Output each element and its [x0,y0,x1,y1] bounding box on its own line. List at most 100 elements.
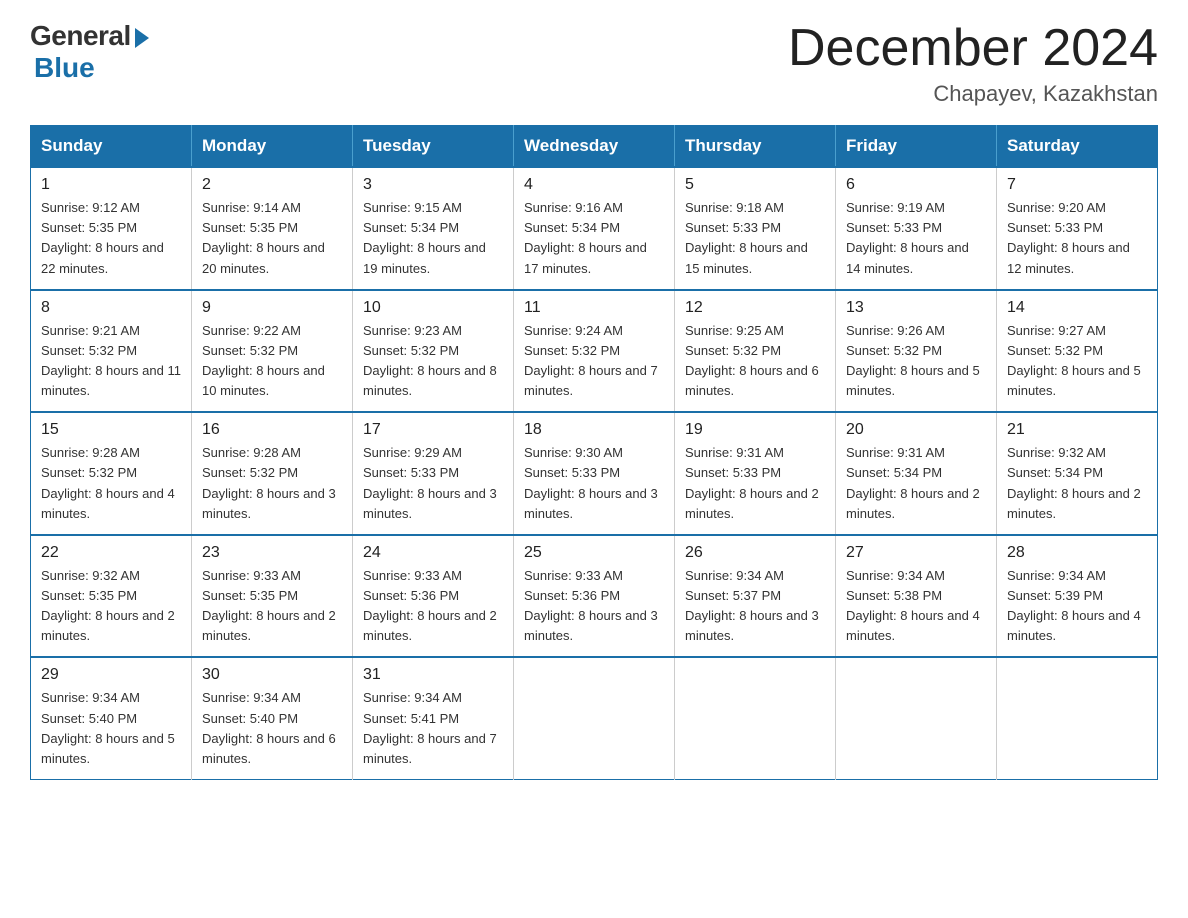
day-number: 20 [846,421,986,439]
calendar-day-cell: 15Sunrise: 9:28 AMSunset: 5:32 PMDayligh… [31,412,192,535]
day-info: Sunrise: 9:31 AMSunset: 5:34 PMDaylight:… [846,443,986,524]
calendar-day-cell: 23 Sunrise: 9:33 AMSunset: 5:35 PMDayligh… [192,535,353,658]
calendar-day-cell: 13 Sunrise: 9:26 AMSunset: 5:32 PMDayligh… [836,290,997,413]
calendar-week-row: 22 Sunrise: 9:32 AMSunset: 5:35 PMDayligh… [31,535,1158,658]
day-info: Sunrise: 9:20 AMSunset: 5:33 PMDaylight:… [1007,198,1147,279]
calendar-day-header: Tuesday [353,126,514,168]
day-info: Sunrise: 9:14 AMSunset: 5:35 PMDaylight:… [202,198,342,279]
day-info: Sunrise: 9:19 AMSunset: 5:33 PMDaylight:… [846,198,986,279]
calendar-day-cell: 8 Sunrise: 9:21 AMSunset: 5:32 PMDaylight… [31,290,192,413]
calendar-day-cell: 6 Sunrise: 9:19 AMSunset: 5:33 PMDaylight… [836,167,997,290]
calendar-day-cell [836,657,997,779]
day-number: 19 [685,421,825,439]
calendar-body: 1Sunrise: 9:12 AMSunset: 5:35 PMDaylight… [31,167,1158,779]
day-info: Sunrise: 9:15 AMSunset: 5:34 PMDaylight:… [363,198,503,279]
day-info: Sunrise: 9:27 AMSunset: 5:32 PMDaylight:… [1007,321,1147,402]
day-info: Sunrise: 9:24 AMSunset: 5:32 PMDaylight:… [524,321,664,402]
day-info: Sunrise: 9:29 AMSunset: 5:33 PMDaylight:… [363,443,503,524]
day-info: Sunrise: 9:34 AMSunset: 5:39 PMDaylight:… [1007,566,1147,647]
day-info: Sunrise: 9:23 AMSunset: 5:32 PMDaylight:… [363,321,503,402]
calendar-day-header: Monday [192,126,353,168]
day-number: 30 [202,666,342,684]
location-subtitle: Chapayev, Kazakhstan [788,81,1158,107]
day-number: 31 [363,666,503,684]
calendar-day-cell: 3 Sunrise: 9:15 AMSunset: 5:34 PMDaylight… [353,167,514,290]
day-number: 13 [846,299,986,317]
day-number: 17 [363,421,503,439]
logo: General Blue [30,20,149,84]
calendar-day-cell: 29 Sunrise: 9:34 AMSunset: 5:40 PMDayligh… [31,657,192,779]
calendar-day-header: Saturday [997,126,1158,168]
day-info: Sunrise: 9:33 AMSunset: 5:36 PMDaylight:… [524,566,664,647]
day-info: Sunrise: 9:26 AMSunset: 5:32 PMDaylight:… [846,321,986,402]
day-number: 3 [363,176,503,194]
calendar-week-row: 15Sunrise: 9:28 AMSunset: 5:32 PMDayligh… [31,412,1158,535]
day-number: 24 [363,544,503,562]
page-header: General Blue December 2024 Chapayev, Kaz… [30,20,1158,107]
day-info: Sunrise: 9:32 AMSunset: 5:34 PMDaylight:… [1007,443,1147,524]
day-number: 26 [685,544,825,562]
calendar-day-cell: 20 Sunrise: 9:31 AMSunset: 5:34 PMDayligh… [836,412,997,535]
calendar-header-row: SundayMondayTuesdayWednesdayThursdayFrid… [31,126,1158,168]
day-number: 22 [41,544,181,562]
logo-general-text: General [30,20,131,52]
day-number: 18 [524,421,664,439]
calendar-day-cell: 5Sunrise: 9:18 AMSunset: 5:33 PMDaylight… [675,167,836,290]
day-info: Sunrise: 9:34 AMSunset: 5:40 PMDaylight:… [202,688,342,769]
calendar-week-row: 1Sunrise: 9:12 AMSunset: 5:35 PMDaylight… [31,167,1158,290]
calendar-day-cell: 11Sunrise: 9:24 AMSunset: 5:32 PMDayligh… [514,290,675,413]
calendar-day-cell: 12 Sunrise: 9:25 AMSunset: 5:32 PMDayligh… [675,290,836,413]
day-info: Sunrise: 9:32 AMSunset: 5:35 PMDaylight:… [41,566,181,647]
day-info: Sunrise: 9:31 AMSunset: 5:33 PMDaylight:… [685,443,825,524]
day-info: Sunrise: 9:33 AMSunset: 5:35 PMDaylight:… [202,566,342,647]
calendar-table: SundayMondayTuesdayWednesdayThursdayFrid… [30,125,1158,780]
calendar-day-cell: 21 Sunrise: 9:32 AMSunset: 5:34 PMDayligh… [997,412,1158,535]
day-info: Sunrise: 9:34 AMSunset: 5:38 PMDaylight:… [846,566,986,647]
day-number: 15 [41,421,181,439]
logo-blue-text: Blue [34,52,95,84]
month-year-title: December 2024 [788,20,1158,77]
calendar-day-cell: 4Sunrise: 9:16 AMSunset: 5:34 PMDaylight… [514,167,675,290]
calendar-week-row: 8 Sunrise: 9:21 AMSunset: 5:32 PMDaylight… [31,290,1158,413]
calendar-day-cell: 22 Sunrise: 9:32 AMSunset: 5:35 PMDayligh… [31,535,192,658]
calendar-day-cell: 10Sunrise: 9:23 AMSunset: 5:32 PMDayligh… [353,290,514,413]
day-number: 21 [1007,421,1147,439]
calendar-day-cell [997,657,1158,779]
day-info: Sunrise: 9:34 AMSunset: 5:37 PMDaylight:… [685,566,825,647]
day-number: 12 [685,299,825,317]
calendar-day-cell: 7 Sunrise: 9:20 AMSunset: 5:33 PMDaylight… [997,167,1158,290]
calendar-day-header: Sunday [31,126,192,168]
day-number: 25 [524,544,664,562]
day-number: 23 [202,544,342,562]
day-number: 2 [202,176,342,194]
day-number: 28 [1007,544,1147,562]
calendar-day-cell: 31 Sunrise: 9:34 AMSunset: 5:41 PMDayligh… [353,657,514,779]
day-number: 9 [202,299,342,317]
day-info: Sunrise: 9:34 AMSunset: 5:40 PMDaylight:… [41,688,181,769]
day-number: 8 [41,299,181,317]
calendar-day-cell: 17 Sunrise: 9:29 AMSunset: 5:33 PMDayligh… [353,412,514,535]
day-info: Sunrise: 9:21 AMSunset: 5:32 PMDaylight:… [41,321,181,402]
calendar-day-cell: 24 Sunrise: 9:33 AMSunset: 5:36 PMDayligh… [353,535,514,658]
day-number: 29 [41,666,181,684]
calendar-day-cell: 16Sunrise: 9:28 AMSunset: 5:32 PMDayligh… [192,412,353,535]
calendar-day-cell: 25 Sunrise: 9:33 AMSunset: 5:36 PMDayligh… [514,535,675,658]
calendar-day-cell: 26 Sunrise: 9:34 AMSunset: 5:37 PMDayligh… [675,535,836,658]
calendar-day-header: Friday [836,126,997,168]
calendar-day-cell: 18 Sunrise: 9:30 AMSunset: 5:33 PMDayligh… [514,412,675,535]
calendar-day-cell: 30 Sunrise: 9:34 AMSunset: 5:40 PMDayligh… [192,657,353,779]
day-info: Sunrise: 9:30 AMSunset: 5:33 PMDaylight:… [524,443,664,524]
title-area: December 2024 Chapayev, Kazakhstan [788,20,1158,107]
day-info: Sunrise: 9:12 AMSunset: 5:35 PMDaylight:… [41,198,181,279]
day-number: 6 [846,176,986,194]
day-info: Sunrise: 9:33 AMSunset: 5:36 PMDaylight:… [363,566,503,647]
calendar-week-row: 29 Sunrise: 9:34 AMSunset: 5:40 PMDayligh… [31,657,1158,779]
calendar-day-cell: 28 Sunrise: 9:34 AMSunset: 5:39 PMDayligh… [997,535,1158,658]
day-info: Sunrise: 9:34 AMSunset: 5:41 PMDaylight:… [363,688,503,769]
day-info: Sunrise: 9:25 AMSunset: 5:32 PMDaylight:… [685,321,825,402]
calendar-day-cell: 14Sunrise: 9:27 AMSunset: 5:32 PMDayligh… [997,290,1158,413]
logo-arrow-icon [135,28,149,48]
day-info: Sunrise: 9:16 AMSunset: 5:34 PMDaylight:… [524,198,664,279]
day-number: 7 [1007,176,1147,194]
calendar-day-cell: 1Sunrise: 9:12 AMSunset: 5:35 PMDaylight… [31,167,192,290]
